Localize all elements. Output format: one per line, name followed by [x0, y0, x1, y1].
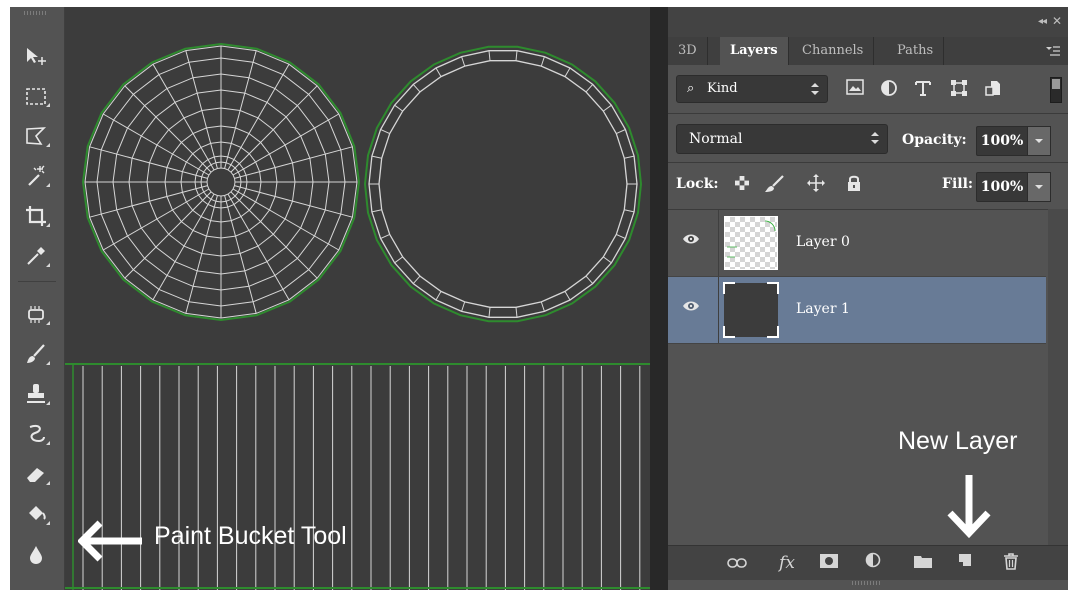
crop-tool[interactable] — [16, 199, 56, 233]
healing-brush-tool[interactable] — [16, 297, 56, 331]
lock-transparency-icon[interactable] — [732, 175, 752, 195]
panel-menu-icon[interactable] — [1046, 46, 1060, 56]
lock-position-icon[interactable] — [806, 174, 826, 194]
lock-pixels-icon[interactable] — [764, 175, 784, 195]
eraser-tool[interactable] — [16, 457, 56, 491]
close-icon[interactable]: ✕ — [1052, 14, 1062, 28]
adjustment-filter-icon[interactable] — [878, 79, 900, 99]
submenu-indicator — [46, 361, 50, 365]
paint-bucket-annotation: Paint Bucket Tool — [154, 522, 347, 550]
submenu-indicator — [46, 183, 50, 187]
blend-mode-value: Normal — [689, 131, 743, 147]
layer-row-selected[interactable]: Layer 1 — [668, 277, 1046, 344]
new-layer-icon[interactable] — [954, 552, 976, 574]
link-icon[interactable] — [726, 552, 748, 574]
clone-stamp-tool[interactable] — [16, 377, 56, 411]
layer-name[interactable]: Layer 1 — [796, 301, 850, 317]
search-icon: ⌕ — [687, 81, 695, 96]
history-brush-tool[interactable] — [16, 417, 56, 451]
uv-wireframe-image — [65, 42, 650, 590]
panel-resize-grip[interactable] — [852, 581, 882, 585]
layer-row[interactable]: Layer 0 — [668, 210, 1046, 277]
fill-label: Fill: — [942, 176, 974, 192]
lock-all-icon[interactable] — [844, 174, 864, 194]
blur-tool[interactable] — [16, 537, 56, 571]
adjustment-layer-icon[interactable] — [862, 552, 884, 574]
smart-object-filter-icon[interactable] — [982, 79, 1004, 99]
lock-row: Lock: Fill: 100% — [668, 163, 1068, 210]
move-icon — [27, 48, 46, 65]
panel-header: ◂◂ ✕ — [668, 7, 1068, 37]
submenu-indicator — [46, 441, 50, 445]
photoshop-window: Paint Bucket Tool ◂◂ ✕ 3D Layers Channel… — [0, 0, 1068, 590]
submenu-indicator — [46, 143, 50, 147]
add-mask-icon[interactable] — [818, 552, 840, 574]
eye-icon — [683, 301, 699, 311]
panel-tabs: 3D Layers Channels Paths — [668, 37, 1068, 65]
filter-kind-label: Kind — [707, 81, 738, 96]
folder-icon[interactable] — [912, 552, 934, 574]
layer-thumbnail[interactable] — [724, 216, 778, 270]
move-tool[interactable] — [16, 39, 56, 73]
lock-label: Lock: — [676, 176, 719, 192]
tab-layers[interactable]: Layers — [720, 37, 789, 65]
tab-channels[interactable]: Channels — [792, 37, 875, 65]
new-layer-annotation: New Layer — [898, 427, 1018, 455]
layer-style-icon[interactable]: fx — [776, 552, 798, 574]
submenu-indicator — [46, 223, 50, 227]
trash-icon[interactable] — [1000, 552, 1022, 574]
pixel-filter-icon[interactable] — [844, 79, 866, 99]
thumbnail-corner — [723, 326, 735, 338]
thumbnail-corner — [767, 326, 779, 338]
fill-input[interactable]: 100% — [976, 172, 1028, 202]
down-arrow-icon — [947, 475, 991, 539]
visibility-toggle[interactable] — [668, 210, 719, 276]
panel-bottom-bar: fx — [668, 545, 1068, 580]
type-filter-icon[interactable] — [912, 79, 934, 99]
tab-3d[interactable]: 3D — [668, 37, 708, 65]
blend-mode-select[interactable]: Normal — [676, 124, 888, 154]
collapse-icon[interactable]: ◂◂ — [1038, 16, 1047, 27]
filter-row: ⌕ Kind — [668, 65, 1068, 114]
fill-dropdown[interactable] — [1027, 172, 1051, 202]
filter-toggle[interactable] — [1050, 77, 1062, 103]
submenu-indicator — [46, 263, 50, 267]
drop-icon — [30, 546, 42, 564]
blend-row: Normal Opacity: 100% — [668, 114, 1068, 163]
eye-icon — [683, 234, 699, 244]
visibility-toggle[interactable] — [668, 277, 719, 343]
opacity-input[interactable]: 100% — [976, 126, 1028, 156]
layer-name[interactable]: Layer 0 — [796, 234, 850, 250]
tools-panel — [10, 7, 65, 590]
submenu-indicator — [46, 481, 50, 485]
thumbnail-corner — [767, 282, 779, 294]
document-canvas[interactable] — [65, 7, 650, 590]
select-arrows-icon — [811, 82, 819, 96]
toolbar-grip[interactable] — [24, 11, 48, 15]
marquee-tool[interactable] — [16, 79, 56, 113]
submenu-indicator — [46, 103, 50, 107]
eyedropper-tool[interactable] — [16, 239, 56, 273]
submenu-indicator — [46, 401, 50, 405]
shape-filter-icon[interactable] — [948, 79, 970, 99]
magic-wand-tool[interactable] — [16, 159, 56, 193]
opacity-label: Opacity: — [902, 132, 967, 148]
left-arrow-icon — [77, 520, 144, 562]
select-arrows-icon — [871, 131, 879, 145]
brush-tool[interactable] — [16, 337, 56, 371]
thumbnail-corner — [723, 282, 735, 294]
panel-gutter — [650, 7, 668, 590]
layers-panel: ◂◂ ✕ 3D Layers Channels Paths ⌕ Kind Nor… — [668, 7, 1068, 590]
tab-paths[interactable]: Paths — [887, 37, 945, 65]
layers-scrollbar[interactable] — [1048, 209, 1068, 545]
layer-thumbnail[interactable] — [723, 282, 779, 338]
submenu-indicator — [46, 321, 50, 325]
filter-kind-select[interactable]: ⌕ Kind — [676, 75, 828, 103]
toolbar-divider — [18, 281, 56, 282]
submenu-indicator — [46, 521, 50, 525]
paint-bucket-tool[interactable] — [16, 497, 56, 531]
opacity-dropdown[interactable] — [1027, 126, 1051, 156]
lasso-tool[interactable] — [16, 119, 56, 153]
